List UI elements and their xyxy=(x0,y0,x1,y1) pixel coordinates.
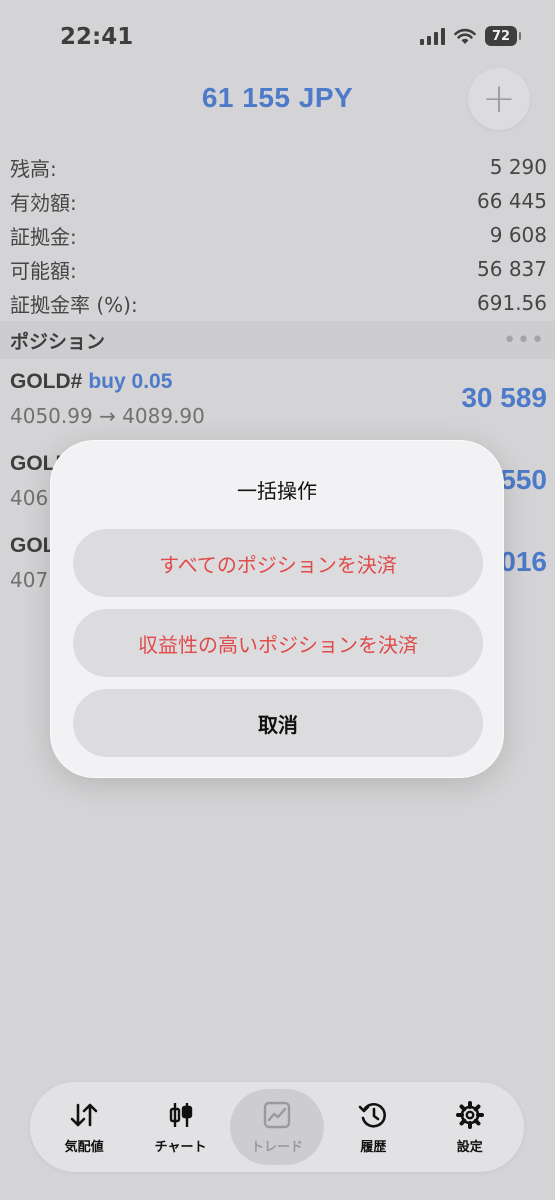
tab-history[interactable]: 履歴 xyxy=(326,1089,420,1165)
tab-trade[interactable]: トレード xyxy=(229,1089,324,1165)
tab-label: 設定 xyxy=(456,1139,483,1155)
cancel-button[interactable]: 取消 xyxy=(73,689,483,757)
close-all-positions-button[interactable]: すべてのポジションを決済 xyxy=(73,529,483,597)
bulk-action-dialog: 一括操作 すべてのポジションを決済 収益性の高いポジションを決済 取消 xyxy=(50,440,504,778)
trade-chart-icon xyxy=(263,1101,291,1128)
dialog-title: 一括操作 xyxy=(237,479,317,503)
tab-settings[interactable]: 設定 xyxy=(423,1089,517,1165)
arrows-up-down-icon xyxy=(70,1103,98,1126)
history-icon xyxy=(359,1102,387,1127)
tab-label: チャート xyxy=(154,1139,207,1155)
tab-label: 履歴 xyxy=(360,1139,387,1155)
tab-quotes[interactable]: 気配値 xyxy=(37,1089,131,1165)
tab-bar: 気配値 チャート トレード 履歴 設定 xyxy=(30,1082,524,1172)
candlestick-icon xyxy=(169,1102,192,1127)
tab-chart[interactable]: チャート xyxy=(134,1089,228,1165)
tab-label: 気配値 xyxy=(64,1139,104,1155)
tab-label: トレード xyxy=(250,1139,303,1155)
close-profitable-positions-button[interactable]: 収益性の高いポジションを決済 xyxy=(73,609,483,677)
gear-icon xyxy=(455,1100,484,1129)
